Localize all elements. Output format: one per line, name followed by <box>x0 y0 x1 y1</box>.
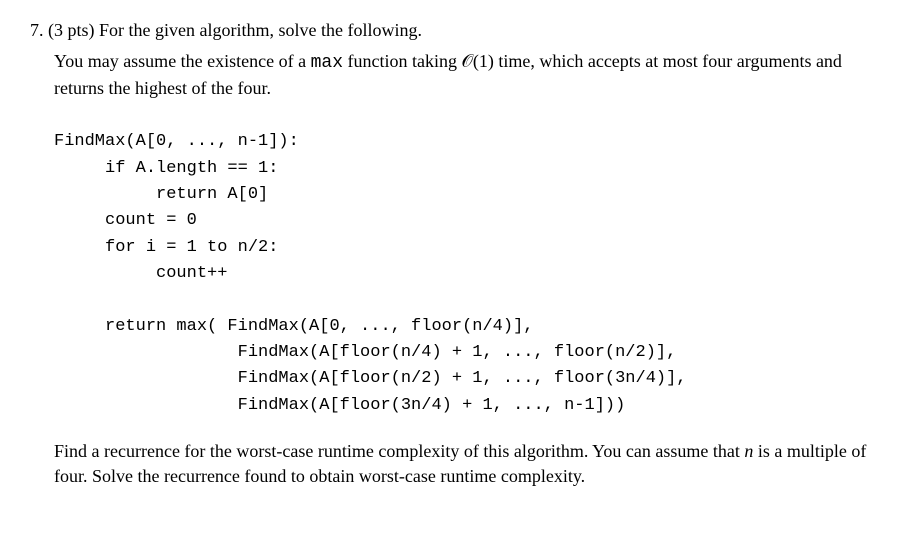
code-line-1: FindMax(A[0, ..., n-1]): <box>54 132 299 151</box>
problem-header: 7. (3 pts) For the given algorithm, solv… <box>30 20 876 41</box>
problem-task: Find a recurrence for the worst-case run… <box>54 439 876 489</box>
problem-number: 7. <box>30 20 44 40</box>
intro-text-1: You may assume the existence of a <box>54 51 311 71</box>
problem-points: (3 pts) <box>48 20 95 40</box>
code-line-6: count++ <box>54 264 227 283</box>
code-line-5: for i = 1 to n/2: <box>54 238 278 257</box>
problem-title: For the given algorithm, solve the follo… <box>99 20 422 40</box>
intro-text-2: function taking <box>343 51 461 71</box>
code-line-11: FindMax(A[floor(3n/4) + 1, ..., n-1])) <box>54 396 625 415</box>
task-text-1: Find a recurrence for the worst-case run… <box>54 441 744 461</box>
intro-code-max: max <box>311 53 343 73</box>
code-line-10: FindMax(A[floor(n/2) + 1, ..., floor(3n/… <box>54 369 687 388</box>
problem-intro: You may assume the existence of a max fu… <box>54 49 876 101</box>
code-line-4: count = 0 <box>54 211 197 230</box>
code-line-3: return A[0] <box>54 185 268 204</box>
intro-bigo: 𝒪(1) <box>462 51 494 71</box>
code-line-9: FindMax(A[floor(n/4) + 1, ..., floor(n/2… <box>54 343 676 362</box>
code-line-2: if A.length == 1: <box>54 159 278 178</box>
task-var-n: n <box>744 441 753 461</box>
algorithm-code: FindMax(A[0, ..., n-1]): if A.length == … <box>54 129 876 419</box>
code-line-8: return max( FindMax(A[0, ..., floor(n/4)… <box>54 317 533 336</box>
